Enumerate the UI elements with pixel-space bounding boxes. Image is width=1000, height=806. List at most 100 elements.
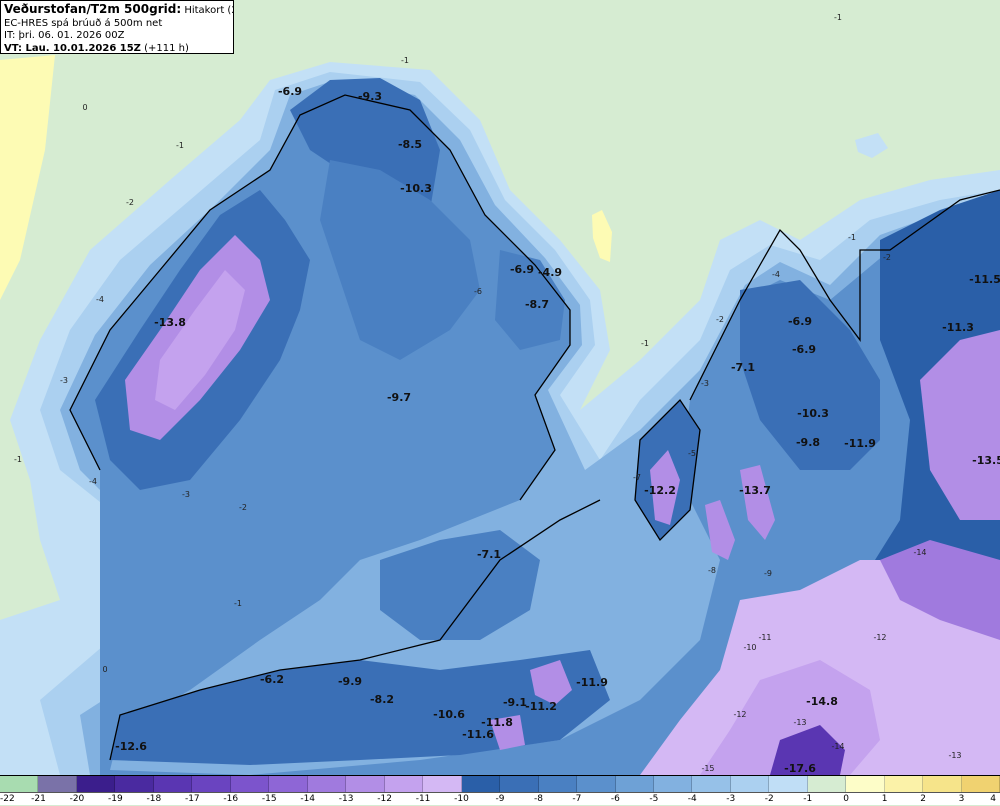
legend-tick-label: -14 — [300, 794, 316, 804]
isoline-value-label: 0 — [102, 665, 107, 674]
legend-swatch — [807, 776, 847, 792]
legend-tick-label: -22 — [0, 794, 15, 804]
legend-tick-label: -11 — [415, 794, 431, 804]
legend-tick-label: -20 — [69, 794, 85, 804]
legend-swatch — [653, 776, 693, 792]
legend-swatch — [0, 776, 39, 792]
legend-tick-label: -19 — [108, 794, 123, 804]
legend-swatch — [730, 776, 770, 792]
temperature-value-label: -10.6 — [433, 708, 465, 721]
temperature-value-label: -11.6 — [462, 728, 494, 741]
legend-swatch — [115, 776, 154, 792]
temperature-value-label: -12.6 — [115, 740, 147, 753]
map-title: Veðurstofan/T2m 500grid: — [4, 2, 182, 16]
legend-tick-label: 3 — [958, 794, 965, 804]
isoline-value-label: -1 — [234, 599, 242, 608]
temperature-value-label: -6.9 — [510, 263, 534, 276]
legend-swatch — [307, 776, 347, 792]
legend-swatch — [692, 776, 731, 792]
temperature-value-label: -8.5 — [398, 138, 422, 151]
isoline-value-label: -11 — [758, 633, 771, 642]
isoline-value-label: -4 — [772, 270, 780, 279]
temperature-map: 0-1-1-1-1-1-1-10-2-2-2-2-3 -3-3-4-4-4-5-6… — [0, 0, 1000, 775]
temperature-value-label: -9.1 — [503, 696, 527, 709]
temperature-value-label: -7.1 — [477, 548, 501, 561]
temperature-value-label: -6.9 — [792, 343, 816, 356]
legend-swatch — [577, 776, 616, 792]
temperature-value-label: -11.5 — [969, 273, 1000, 286]
isoline-value-label: -12 — [733, 710, 746, 719]
legend-tick-label: -3 — [726, 794, 736, 804]
temperature-value-label: -6.9 — [278, 85, 302, 98]
temperature-value-label: -14.8 — [806, 695, 838, 708]
isoline-value-label: -8 — [708, 566, 716, 575]
legend-tick-label: -18 — [146, 794, 162, 804]
legend-tick-label: -8 — [533, 794, 543, 804]
legend-swatch — [846, 776, 885, 792]
isoline-value-label: -3 — [701, 379, 709, 388]
temperature-value-label: -9.7 — [387, 391, 411, 404]
legend-tick-label: -1 — [803, 794, 813, 804]
temperature-value-label: -12.2 — [644, 484, 676, 497]
legend-color-bar — [0, 776, 1000, 793]
isoline-value-label: -4 — [96, 295, 104, 304]
temperature-value-label: -13.8 — [154, 316, 186, 329]
temperature-value-label: -7.1 — [731, 361, 755, 374]
temperature-value-label: -11.3 — [942, 321, 974, 334]
legend-swatch — [230, 776, 270, 792]
temperature-value-label: -10.3 — [797, 407, 829, 420]
temperature-value-label: -9.8 — [796, 436, 820, 449]
map-info-box: Veðurstofan/T2m 500grid: Hitakort (2m) E… — [0, 0, 234, 54]
isoline-value-label: -1 — [14, 455, 22, 464]
temperature-value-label: -9.3 — [358, 90, 382, 103]
isoline-value-label: -2 — [883, 253, 891, 262]
legend-tick-label: -15 — [261, 794, 277, 804]
legend-swatch — [884, 776, 924, 792]
legend-swatch — [269, 776, 308, 792]
legend-tick-label: -6 — [610, 794, 620, 804]
legend-tick-label: 2 — [920, 794, 926, 804]
temperature-value-label: -11.9 — [576, 676, 608, 689]
legend-tick-label: 0 — [843, 794, 850, 804]
isoline-value-label: -1 — [834, 13, 842, 22]
forecast-hour: (+111 h) — [144, 42, 189, 54]
isoline-value-label: -14 — [831, 742, 844, 751]
model-line: EC-HRES spá brúuð á 500m net — [4, 17, 163, 29]
legend-swatch — [423, 776, 462, 792]
temperature-value-label: -6.9 — [788, 315, 812, 328]
isoline-value-label: -1 — [176, 141, 184, 150]
legend-swatch — [38, 776, 77, 792]
isoline-value-label: -12 — [873, 633, 886, 642]
valid-time: VT: Lau. 10.01.2026 15Z — [4, 42, 141, 54]
temperature-value-label: -13.5 — [972, 454, 1000, 467]
legend-tick-label: 4 — [990, 794, 996, 804]
legend-swatch — [461, 776, 501, 792]
temperature-value-label: -13.7 — [739, 484, 771, 497]
temperature-value-label: -11.9 — [844, 437, 876, 450]
legend-tick-label: -10 — [454, 794, 469, 804]
color-legend: -22 -21 -20 -19 -18 -17 -16 -15 -14 -13 -12 -11 -10-… — [0, 775, 1000, 805]
legend-tick-label: -12 — [377, 794, 392, 804]
temperature-value-label: -8.7 — [525, 298, 549, 311]
temperature-value-label: -6.2 — [260, 673, 284, 686]
isoline-value-label: 0 — [82, 103, 87, 112]
legend-swatch — [153, 776, 193, 792]
isoline-value-label: -14 — [913, 548, 926, 557]
legend-tick-label: -21 — [31, 794, 46, 804]
isoline-value-label: -6 — [474, 287, 482, 296]
legend-tick-label: -13 — [338, 794, 354, 804]
legend-tick-label: -2 — [764, 794, 774, 804]
temperature-value-label: -11.2 — [525, 700, 557, 713]
legend-swatch — [615, 776, 654, 792]
isoline-value-label: -3 — [182, 490, 190, 499]
temperature-value-label: -8.2 — [370, 693, 394, 706]
temperature-value-label: -10.3 — [400, 182, 432, 195]
isoline-value-label: -1 — [848, 233, 856, 242]
legend-swatch — [538, 776, 578, 792]
map-subtitle: Hitakort (2m) — [184, 5, 233, 16]
temperature-value-label: -4.9 — [538, 266, 562, 279]
isoline-value-label: -4 — [89, 477, 97, 486]
legend-tick-label: -5 — [649, 794, 659, 804]
isoline-value-label: -1 — [641, 339, 649, 348]
legend-swatch — [500, 776, 539, 792]
